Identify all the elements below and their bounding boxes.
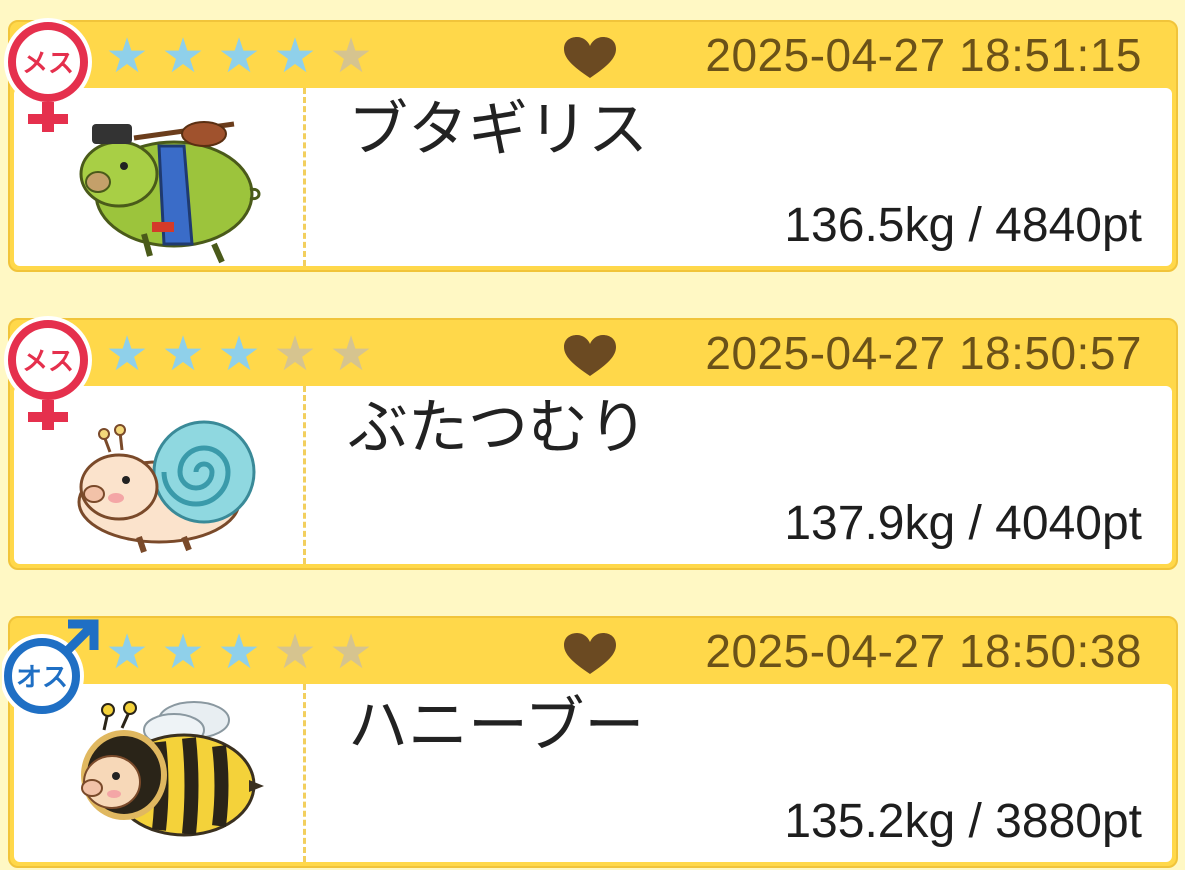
star-filled-icon: ★	[161, 624, 205, 680]
star-filled-icon: ★	[105, 326, 149, 382]
pig-card[interactable]: ★ ★ ★ ★ ★ 2025-04-27 18:50:57 ぶたつむり 137.…	[4, 316, 1178, 570]
star-empty-icon: ★	[273, 326, 317, 382]
star-rating: ★ ★ ★ ★ ★	[100, 32, 378, 80]
star-filled-icon: ★	[105, 28, 149, 84]
male-badge-icon: オス	[2, 619, 99, 718]
star-empty-icon: ★	[329, 624, 373, 680]
card-body: ハニーブー 135.2kg / 3880pt	[14, 684, 1172, 862]
star-rating: ★ ★ ★ ★ ★	[100, 628, 378, 676]
card-header: ★ ★ ★ ★ ★ 2025-04-27 18:50:57	[10, 320, 1176, 386]
star-empty-icon: ★	[329, 28, 373, 84]
star-filled-icon: ★	[105, 624, 149, 680]
female-badge-icon: メス	[4, 316, 92, 430]
pig-stats: 136.5kg / 4840pt	[784, 199, 1142, 252]
pig-name: ハニーブー	[348, 691, 645, 761]
capture-datetime: 2025-04-27 18:51:15	[705, 29, 1142, 81]
star-filled-icon: ★	[217, 326, 261, 382]
female-badge-icon: メス	[4, 18, 92, 132]
pig-stats: 135.2kg / 3880pt	[784, 795, 1142, 848]
heart-icon[interactable]	[562, 36, 618, 80]
pig-name: ぶたつむり	[348, 393, 648, 463]
card-header: ★ ★ ★ ★ ★ 2025-04-27 18:50:38	[10, 618, 1176, 684]
card-header: ★ ★ ★ ★ ★ 2025-04-27 18:51:15	[10, 22, 1176, 88]
card-body: ぶたつむり 137.9kg / 4040pt	[14, 386, 1172, 564]
pig-name: ブタギリス	[348, 95, 648, 165]
capture-datetime: 2025-04-27 18:50:57	[705, 327, 1142, 379]
capture-datetime: 2025-04-27 18:50:38	[705, 625, 1142, 677]
pig-stats: 137.9kg / 4040pt	[784, 497, 1142, 550]
star-empty-icon: ★	[329, 326, 373, 382]
star-filled-icon: ★	[161, 326, 205, 382]
pig-card[interactable]: ★ ★ ★ ★ ★ 2025-04-27 18:51:15 ブタギリス 136.…	[4, 18, 1178, 272]
gender-label: メス	[22, 347, 74, 377]
pig-card[interactable]: ★ ★ ★ ★ ★ 2025-04-27 18:50:38 ハニーブー 135.…	[2, 616, 1178, 868]
star-filled-icon: ★	[273, 28, 317, 84]
star-filled-icon: ★	[217, 624, 261, 680]
gender-label: オス	[16, 663, 68, 693]
star-empty-icon: ★	[273, 624, 317, 680]
heart-icon[interactable]	[562, 334, 618, 378]
star-rating: ★ ★ ★ ★ ★	[100, 330, 378, 378]
star-filled-icon: ★	[161, 28, 205, 84]
heart-icon[interactable]	[562, 632, 618, 676]
star-filled-icon: ★	[217, 28, 261, 84]
card-body: ブタギリス 136.5kg / 4840pt	[14, 88, 1172, 266]
gender-label: メス	[22, 49, 74, 79]
